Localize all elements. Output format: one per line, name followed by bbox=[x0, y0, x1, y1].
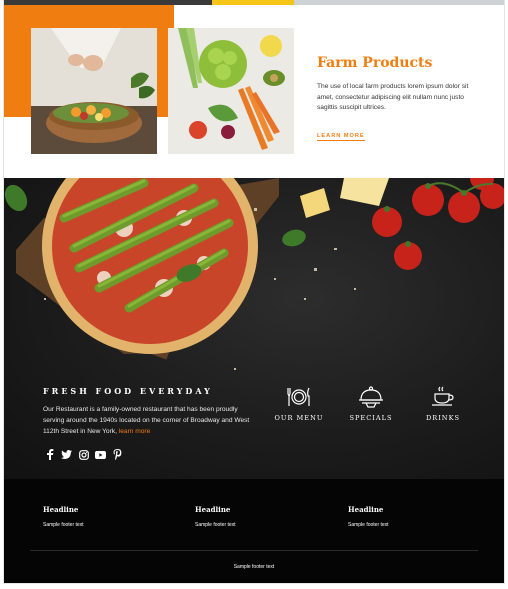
pizza-about-section: FRESH FOOD EVERYDAY Our Restaurant is a … bbox=[4, 178, 504, 479]
footer-column-text: Sample footer text bbox=[348, 522, 389, 528]
instagram-icon[interactable] bbox=[78, 449, 89, 460]
feature-our-menu[interactable]: OUR MENU bbox=[266, 386, 332, 422]
about-text: Our Restaurant is a family-owned restaur… bbox=[43, 404, 253, 437]
footer-column-2: Headline Sample footer text bbox=[195, 505, 315, 528]
feature-specials[interactable]: SPECIALS bbox=[338, 386, 404, 422]
salad-bowl-photo bbox=[31, 28, 157, 154]
footer-bottom-text: Sample footer text bbox=[233, 564, 275, 570]
vegetables-photo bbox=[168, 28, 294, 154]
feature-label-specials: SPECIALS bbox=[349, 414, 393, 422]
footer-headline: Headline bbox=[43, 505, 79, 514]
footer-column-1: Headline Sample footer text bbox=[43, 505, 163, 528]
page-frame: Farm Products The use of local farm prod… bbox=[4, 0, 504, 583]
farm-description: The use of local farm products lorem ips… bbox=[317, 83, 469, 111]
farm-products-section: Farm Products The use of local farm prod… bbox=[4, 5, 504, 178]
cloche-icon bbox=[359, 386, 383, 408]
plate-cutlery-icon bbox=[287, 387, 310, 406]
twitter-icon[interactable] bbox=[61, 449, 72, 460]
pinterest-icon[interactable] bbox=[112, 449, 123, 460]
footer-column-text: Sample footer text bbox=[195, 522, 236, 528]
cup-icon bbox=[432, 386, 454, 406]
footer-column-text: Sample footer text bbox=[43, 522, 84, 528]
youtube-icon[interactable] bbox=[95, 449, 106, 460]
farm-title: Farm Products bbox=[317, 55, 433, 71]
footer-divider bbox=[30, 550, 478, 551]
footer-headline: Headline bbox=[348, 505, 384, 514]
feature-links: OUR MENU SPECIALS DRINKS bbox=[266, 386, 476, 422]
about-learn-more-link[interactable]: learn more bbox=[119, 428, 151, 435]
feature-label-our-menu: OUR MENU bbox=[274, 414, 324, 422]
footer-headline: Headline bbox=[195, 505, 231, 514]
facebook-icon[interactable] bbox=[44, 449, 55, 460]
social-links bbox=[44, 449, 123, 460]
about-tagline: FRESH FOOD EVERYDAY bbox=[43, 386, 213, 396]
about-block: FRESH FOOD EVERYDAY Our Restaurant is a … bbox=[43, 386, 253, 437]
farm-text-block: Farm Products The use of local farm prod… bbox=[317, 55, 482, 142]
feature-drinks[interactable]: DRINKS bbox=[410, 386, 476, 422]
footer-column-3: Headline Sample footer text bbox=[348, 505, 468, 528]
feature-label-drinks: DRINKS bbox=[425, 414, 461, 422]
learn-more-link[interactable]: LEARN MORE bbox=[317, 133, 365, 141]
page-footer: Headline Sample footer text Headline Sam… bbox=[4, 479, 504, 583]
